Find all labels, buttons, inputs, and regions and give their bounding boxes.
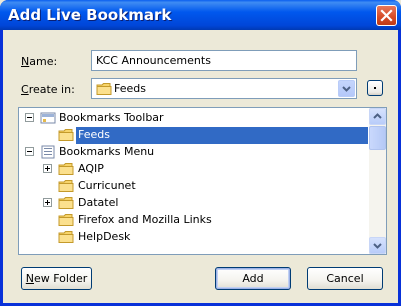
expand-icon[interactable]	[43, 198, 52, 207]
scroll-up-button[interactable]	[369, 108, 386, 125]
dropdown-button[interactable]	[338, 80, 355, 97]
create-in-dropdown[interactable]: Feeds	[91, 78, 357, 99]
folder-icon	[58, 180, 74, 192]
tree-label: Datatel	[78, 196, 119, 209]
bookmarks-toolbar-icon	[40, 112, 56, 124]
tree-row-helpdesk[interactable]: HelpDesk	[19, 229, 368, 246]
tree-label: Curricunet	[78, 179, 136, 192]
tree-row-bookmarks-toolbar[interactable]: Bookmarks Toolbar	[19, 110, 368, 127]
folder-icon	[58, 197, 74, 209]
scroll-thumb[interactable]	[369, 126, 386, 150]
close-icon	[380, 9, 393, 22]
tree-label: Feeds	[78, 128, 110, 141]
create-in-label: Create in:	[21, 83, 75, 96]
folder-icon	[58, 163, 74, 175]
tree-row-firefox-links[interactable]: Firefox and Mozilla Links	[19, 212, 368, 229]
new-folder-button[interactable]: New Folder	[21, 267, 92, 290]
vertical-scrollbar[interactable]	[369, 108, 386, 254]
name-field[interactable]: KCC Announcements	[91, 50, 357, 71]
collapse-icon[interactable]	[25, 113, 34, 122]
tree-label: HelpDesk	[78, 230, 131, 243]
title-bar[interactable]: Add Live Bookmark	[0, 0, 401, 30]
tree-row-datatel[interactable]: Datatel	[19, 195, 368, 212]
cancel-button[interactable]: Cancel	[307, 267, 383, 290]
folder-icon	[58, 129, 74, 141]
tree-label: Firefox and Mozilla Links	[78, 213, 212, 226]
tree-row-curricunet[interactable]: Curricunet	[19, 178, 368, 195]
close-button[interactable]	[376, 5, 397, 26]
name-label: Name:	[21, 55, 58, 68]
selection-highlight	[76, 127, 368, 144]
chevron-down-icon	[373, 243, 382, 249]
tree-label: Bookmarks Menu	[59, 145, 155, 158]
tree-row-aqip[interactable]: AQIP	[19, 161, 368, 178]
expander-icon	[374, 87, 376, 89]
tree-label: AQIP	[78, 162, 104, 175]
expand-icon[interactable]	[43, 164, 52, 173]
folder-icon	[96, 83, 112, 95]
folder-icon	[58, 214, 74, 226]
tree-row-bookmarks-menu[interactable]: Bookmarks Menu	[19, 144, 368, 161]
bookmarks-menu-icon	[41, 145, 55, 159]
scroll-down-button[interactable]	[369, 237, 386, 254]
folder-icon	[58, 231, 74, 243]
expand-folder-list-button[interactable]	[367, 80, 383, 96]
chevron-down-icon	[342, 86, 351, 92]
collapse-icon[interactable]	[25, 147, 34, 156]
add-button[interactable]: Add	[215, 267, 291, 290]
window-title: Add Live Bookmark	[8, 6, 172, 24]
folder-tree[interactable]: Bookmarks Toolbar Feeds Bookmarks Menu A…	[18, 107, 387, 255]
tree-row-feeds[interactable]: Feeds	[19, 127, 368, 144]
chevron-up-icon	[373, 113, 382, 119]
tree-label: Bookmarks Toolbar	[59, 111, 164, 124]
create-in-value: Feeds	[114, 82, 146, 95]
